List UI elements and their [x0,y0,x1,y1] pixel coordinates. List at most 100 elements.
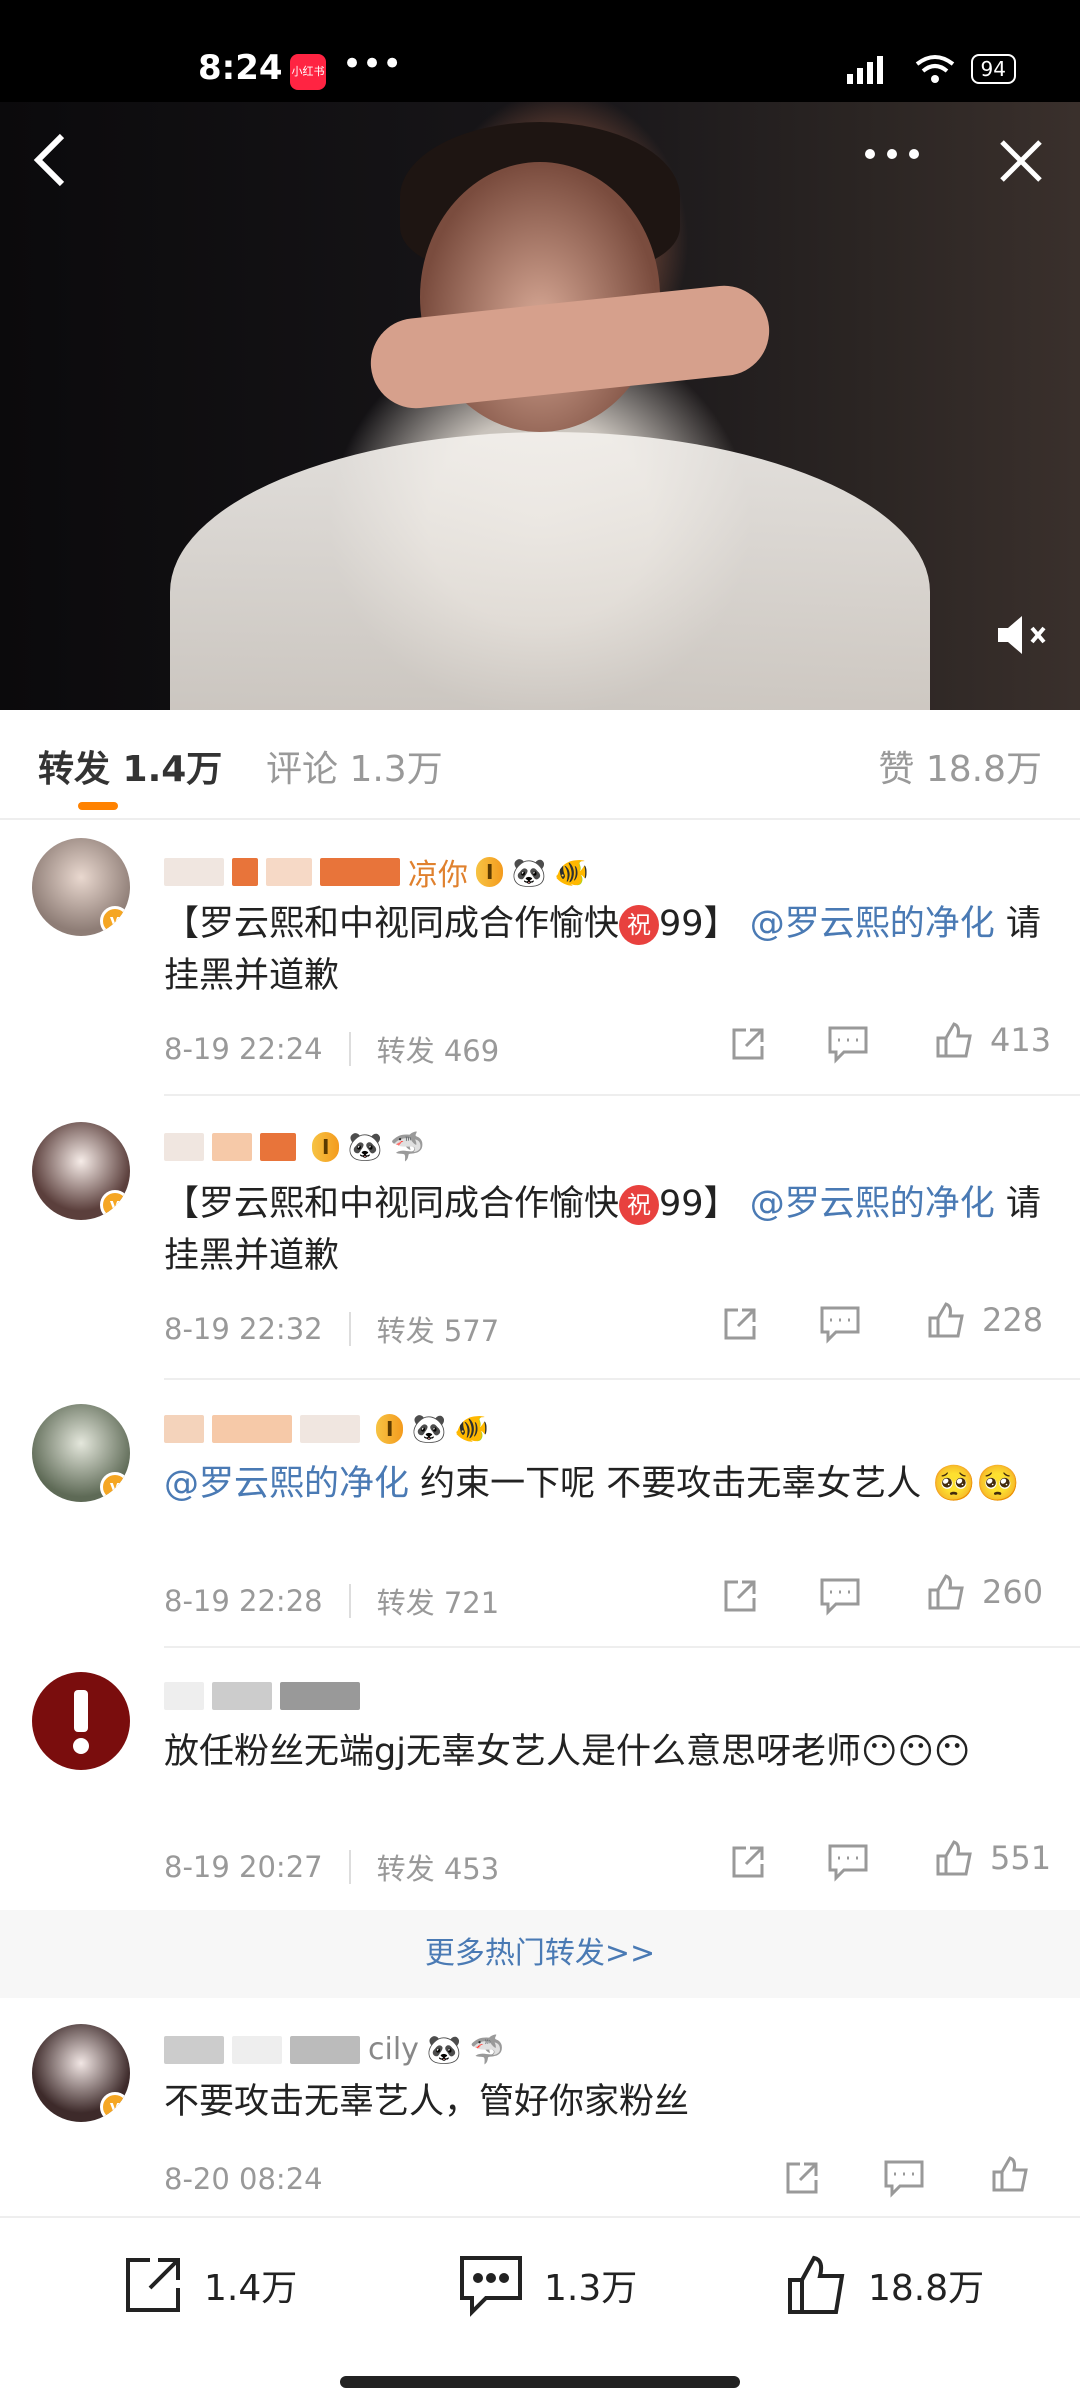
list-item[interactable]: v I 🐼 🐠 @罗云熙的净化 约束一下呢 不要攻击无辜女艺人 🥺🥺 8-19 2… [0,1392,1080,1648]
post-time: 8-19 20:27 [164,1850,323,1884]
mention-link[interactable]: @罗云熙的净化 [750,1184,995,1224]
avatar[interactable]: v [32,838,130,936]
level-badge: I [476,857,504,887]
share-icon[interactable] [720,1576,760,1616]
username[interactable]: I 🐼 🐠 [164,1412,489,1445]
avatar[interactable]: v [32,1122,130,1220]
tab-like[interactable]: 赞 18.8万 [878,740,1042,792]
panda-icon: 🐼 [511,855,547,889]
more-hot-reposts-link[interactable]: 更多热门转发>> [0,1910,1080,1998]
like-button[interactable]: 260 [926,1572,1043,1612]
level-badge: I [312,1131,340,1162]
username-text: cily [368,2032,419,2067]
share-icon[interactable] [782,2158,822,2198]
close-icon[interactable] [996,130,1046,203]
like-icon [788,2255,845,2314]
comment-button[interactable]: 1.3万 [456,2252,637,2318]
tab-bar: 转发 1.4万 评论 1.3万 赞 18.8万 [0,710,1080,820]
comment-icon[interactable] [882,2158,926,2198]
video-player[interactable] [0,102,1080,710]
zhu-emoji-icon: 祝 [619,905,660,945]
emoji-text: 😶😶😶 [860,1732,971,1772]
avatar[interactable]: v [32,1404,130,1502]
post-time: 8-19 22:32 [164,1312,323,1346]
comment-icon [460,2256,522,2317]
repost-count: 转发 453 [376,1852,500,1886]
like-count: 551 [990,1839,1052,1877]
status-bar: 8:24 小红书 ••• 94 [0,0,1080,102]
bottom-action-bar: 1.4万 1.3万 18.8万 [0,2216,1080,2356]
repost-button[interactable]: 1.4万 [120,2252,297,2318]
list-item[interactable]: v I 🐼 🦈 【罗云熙和中视同成合作愉快祝 99】 @罗云熙的净化 请挂黑并道歉 … [0,1110,1080,1380]
verified-badge-icon: v [100,1190,130,1220]
repost-total: 1.4万 [204,2268,298,2309]
wifi-icon [915,55,954,83]
like-button[interactable]: 228 [926,1300,1043,1340]
divider [164,1094,1080,1096]
shark-icon: 🦈 [469,2033,505,2066]
back-icon[interactable] [30,130,70,203]
app-notification-icon: 小红书 [290,54,326,90]
mute-icon[interactable] [994,610,1050,673]
more-icon[interactable] [862,122,922,195]
warning-icon [73,1690,89,1754]
list-item[interactable]: 放任粉丝无端gj无辜女艺人是什么意思呀老师😶😶😶 8-19 20:27 转发 45… [0,1660,1080,1910]
like-count: 260 [982,1573,1044,1611]
post-content: 不要攻击无辜艺人，管好你家粉丝 [164,2082,690,2122]
video-frame-shirt [170,432,930,710]
post-content: @罗云熙的净化 约束一下呢 不要攻击无辜女艺人 🥺🥺 [164,1464,1020,1504]
like-button[interactable]: 551 [934,1838,1051,1878]
panda-icon: 🐼 [411,1412,447,1445]
comment-total: 1.3万 [544,2268,638,2309]
share-icon[interactable] [728,1024,768,1064]
repost-icon [126,2258,180,2312]
username-text: 凉你 [408,858,468,893]
username[interactable]: cily 🐼 🦈 [164,2032,505,2067]
fish-icon: 🐠 [454,1412,490,1445]
post-time: 8-19 22:24 [164,1032,323,1066]
divider [164,1646,1080,1648]
post-meta: 8-19 22:24 转发 469 [164,1028,499,1070]
tab-repost[interactable]: 转发 1.4万 [38,740,222,792]
signal-icon [846,56,883,84]
like-button[interactable]: 18.8万 [784,2252,984,2318]
tab-indicator [78,802,118,810]
username[interactable]: I 🐼 🦈 [164,1130,425,1163]
tab-comment[interactable]: 评论 1.3万 [266,740,443,792]
like-button[interactable]: 413 [934,1020,1051,1060]
share-icon[interactable] [720,1304,760,1344]
comment-icon[interactable] [826,1024,870,1064]
post-content: 【罗云熙和中视同成合作愉快祝 99】 @罗云熙的净化 请挂黑并道歉 [164,1184,1041,1276]
more-notifications-icon: ••• [342,44,403,84]
status-icons: 94 [843,54,1016,84]
avatar[interactable] [32,1672,130,1770]
post-time: 8-20 08:24 [164,2162,323,2196]
mention-link[interactable]: @罗云熙的净化 [750,904,995,944]
share-icon[interactable] [728,1842,768,1882]
username[interactable]: 凉你 I 🐼 🐠 [164,850,589,894]
post-time: 8-19 22:28 [164,1584,323,1618]
list-item[interactable]: v cily 🐼 🦈 不要攻击无辜艺人，管好你家粉丝 8-20 08:24 [0,2014,1080,2214]
like-button[interactable] [990,2154,1030,2194]
repost-count: 转发 721 [376,1586,500,1620]
shark-icon: 🦈 [390,1130,426,1163]
post-meta: 8-19 20:27 转发 453 [164,1846,499,1888]
username[interactable] [164,1682,368,1710]
divider [164,1378,1080,1380]
home-indicator[interactable] [340,2376,740,2388]
post-content: 【罗云熙和中视同成合作愉快祝 99】 @罗云熙的净化 请挂黑并道歉 [164,904,1041,996]
mention-link[interactable]: @罗云熙的净化 [164,1464,409,1504]
like-count: 228 [982,1301,1044,1339]
repost-count: 转发 469 [376,1034,500,1068]
comment-icon[interactable] [826,1842,870,1882]
post-meta: 8-19 22:28 转发 721 [164,1580,499,1622]
avatar[interactable]: v [32,2024,130,2122]
comment-icon[interactable] [818,1304,862,1344]
battery-icon: 94 [970,54,1016,84]
list-item[interactable]: v 凉你 I 🐼 🐠 【罗云熙和中视同成合作愉快祝 99】 @罗云熙的净化 请挂黑并… [0,830,1080,1096]
post-meta: 8-19 22:32 转发 577 [164,1308,499,1350]
like-count: 413 [990,1021,1052,1059]
verified-badge-icon: v [100,2092,130,2122]
fish-icon: 🐠 [554,855,590,889]
comment-icon[interactable] [818,1576,862,1616]
